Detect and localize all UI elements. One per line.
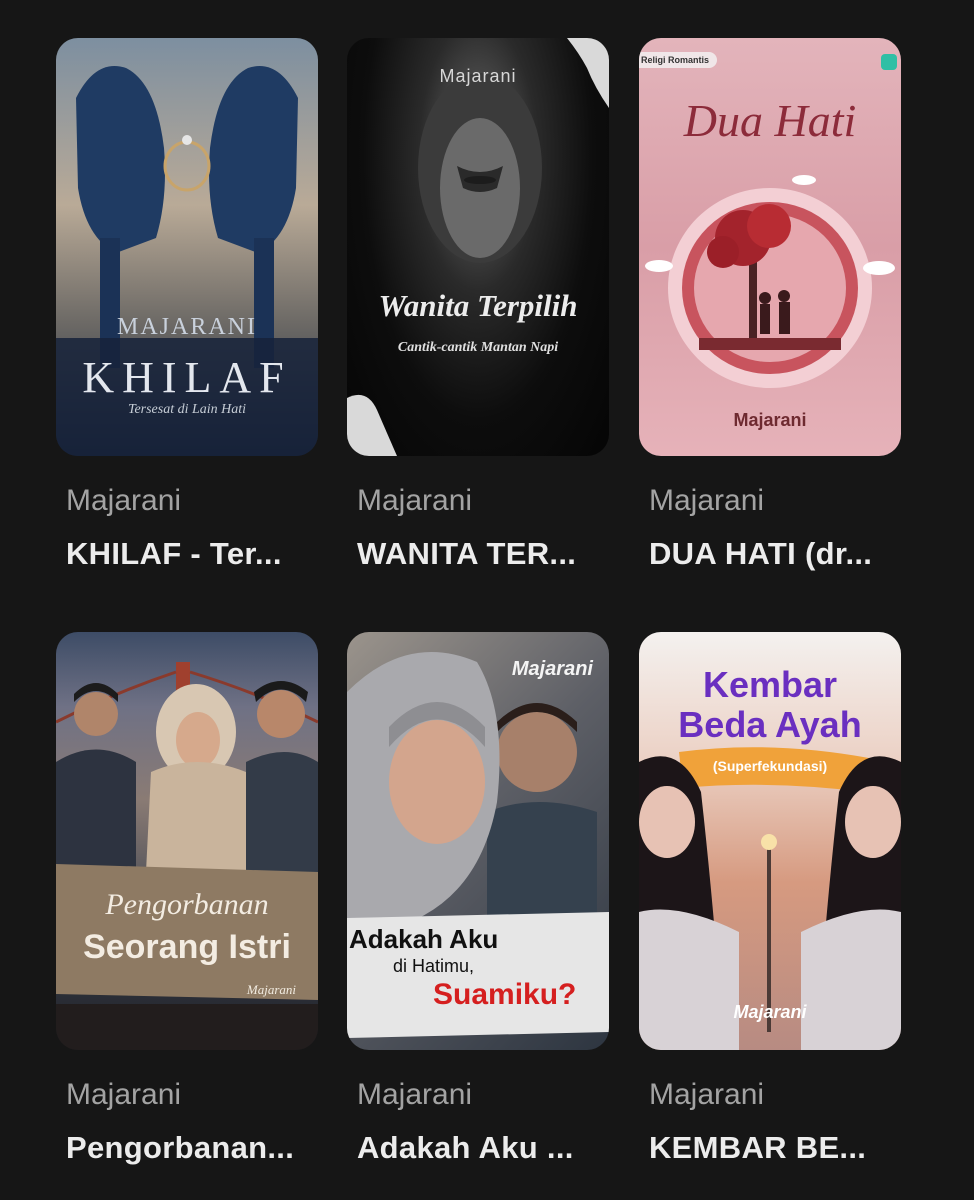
book-author: Majarani xyxy=(357,1078,473,1111)
cover-author-text: Majarani xyxy=(511,658,593,680)
book-cover[interactable]: Religi Romantis Dua Hati Majarani xyxy=(639,38,901,456)
cover-title-text: Wanita Terpilih xyxy=(378,288,578,323)
cover-artwork xyxy=(347,38,609,456)
book-cover[interactable]: Majarani Wanita Terpilih Cantik-cantik M… xyxy=(347,38,609,456)
cover-title-line2: Beda Ayah xyxy=(678,704,862,745)
cover-title-line1: Adakah Aku xyxy=(349,924,499,954)
book-title[interactable]: Adakah Aku ... xyxy=(357,1130,607,1166)
cover-title-text: Dua Hati xyxy=(683,95,857,146)
book-card[interactable]: Religi Romantis Dua Hati Majarani Majara… xyxy=(639,38,901,571)
cover-author-text: Majarani xyxy=(246,982,296,997)
book-card[interactable]: Kembar Beda Ayah (Superfekundasi) Majara… xyxy=(639,632,901,1165)
cover-author-text: MAJARANI xyxy=(116,314,257,340)
cover-subtitle-text: (Superfekundasi) xyxy=(712,758,828,774)
book-title[interactable]: KHILAF - Ter... xyxy=(66,536,316,572)
cover-subtitle-text: Cantik-cantik Mantan Napi xyxy=(397,340,559,355)
cover-author-text: Majarani xyxy=(733,1002,807,1022)
cover-title-line1: Pengorbanan xyxy=(105,888,269,921)
cover-author-text: Majarani xyxy=(439,66,517,86)
book-author: Majarani xyxy=(649,484,765,517)
book-title[interactable]: DUA HATI (dr... xyxy=(649,536,899,572)
cover-title-line3: Suamiku? xyxy=(433,978,577,1011)
book-card[interactable]: Majarani Adakah Aku di Hatimu, Suamiku? … xyxy=(347,632,609,1165)
book-cover[interactable]: Majarani Adakah Aku di Hatimu, Suamiku? xyxy=(347,632,609,1050)
book-author: Majarani xyxy=(66,1078,182,1111)
book-author: Majarani xyxy=(357,484,473,517)
cover-subtitle-text: Tersesat di Lain Hati xyxy=(127,402,247,417)
book-author: Majarani xyxy=(649,1078,765,1111)
cover-title-line2: di Hatimu, xyxy=(393,956,475,976)
book-cover[interactable]: Pengorbanan Seorang Istri Majarani xyxy=(56,632,318,1050)
book-author: Majarani xyxy=(66,484,182,517)
book-card[interactable]: MAJARANI KHILAF Tersesat di Lain Hati Ma… xyxy=(56,38,318,571)
book-title[interactable]: KEMBAR BE... xyxy=(649,1130,899,1166)
cover-title-line2: Seorang Istri xyxy=(83,928,291,966)
cover-title-text: KHILAF xyxy=(82,353,292,402)
book-title[interactable]: Pengorbanan... xyxy=(66,1130,316,1166)
cover-author-text: Majarani xyxy=(733,410,807,430)
book-cover[interactable]: Kembar Beda Ayah (Superfekundasi) Majara… xyxy=(639,632,901,1050)
cover-title-line1: Kembar xyxy=(702,664,838,705)
book-card[interactable]: Majarani Wanita Terpilih Cantik-cantik M… xyxy=(347,38,609,571)
book-title[interactable]: WANITA TER... xyxy=(357,536,607,572)
book-card[interactable]: Pengorbanan Seorang Istri Majarani Majar… xyxy=(56,632,318,1165)
book-cover[interactable]: MAJARANI KHILAF Tersesat di Lain Hati xyxy=(56,38,318,456)
